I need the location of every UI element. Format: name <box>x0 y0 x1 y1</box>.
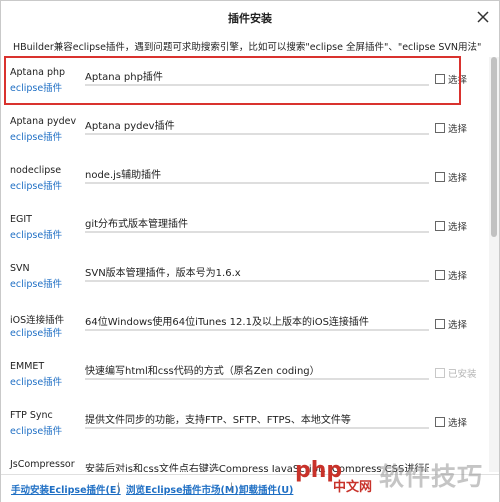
plugin-name: FTP Sync <box>10 410 53 421</box>
plugin-row: JsCompressor 安装后对js和css文件点右键选Compress Ja… <box>1 459 489 472</box>
plugin-type: eclipse插件 <box>10 83 63 94</box>
close-icon <box>477 11 489 23</box>
description-underline <box>85 133 429 135</box>
description-underline <box>85 280 429 282</box>
select-checkbox[interactable]: 选择 <box>435 72 467 86</box>
plugin-list: Aptana php eclipse插件 Aptana php插件 选择 Apt… <box>1 57 489 472</box>
checkbox-label: 选择 <box>448 173 468 184</box>
installed-checkbox: 已安装 <box>435 366 477 380</box>
footer-separator: | <box>230 482 234 493</box>
checkbox-box[interactable] <box>435 221 445 231</box>
plugin-name: EMMET <box>10 361 45 372</box>
plugin-description: node.js辅助插件 <box>85 170 162 181</box>
checkbox-box[interactable] <box>435 319 445 329</box>
plugin-name: EGIT <box>10 214 32 225</box>
plugin-name: iOS连接插件 <box>10 315 65 326</box>
plugin-description: 提供文件同步的功能，支持FTP、SFTP、FTPS、本地文件等 <box>85 415 351 426</box>
plugin-type: eclipse插件 <box>10 426 63 437</box>
vertical-scrollbar[interactable] <box>489 57 499 472</box>
plugin-name: Aptana php <box>10 67 66 78</box>
checkbox-label: 选择 <box>448 222 468 233</box>
plugin-description: Aptana pydev插件 <box>85 121 175 132</box>
footer-separator: | <box>117 482 121 493</box>
checkbox-box[interactable] <box>435 172 445 182</box>
checkbox-label: 选择 <box>448 75 468 86</box>
plugin-type: eclipse插件 <box>10 377 63 388</box>
plugin-row: SVN eclipse插件 SVN版本管理插件，版本号为1.6.x 选择 <box>1 263 489 312</box>
plugin-description: 安装后对js和css文件点右键选Compress JavaScript、Comp… <box>85 464 429 472</box>
plugin-row: EGIT eclipse插件 git分布式版本管理插件 选择 <box>1 214 489 263</box>
plugin-name: JsCompressor <box>10 459 75 470</box>
plugin-description: 快速编写html和css代码的方式（原名Zen coding） <box>85 366 320 377</box>
window-title: 插件安装 <box>228 12 272 25</box>
plugin-type: eclipse插件 <box>10 279 63 290</box>
plugin-name: SVN <box>10 263 30 274</box>
checkbox-box[interactable] <box>435 74 445 84</box>
description-underline <box>85 231 429 233</box>
description-underline <box>85 378 429 380</box>
description-underline <box>85 84 429 86</box>
plugin-name: nodeclipse <box>10 165 62 176</box>
checkbox-label: 选择 <box>448 124 468 135</box>
select-checkbox[interactable]: 选择 <box>435 219 467 233</box>
checkbox-label: 选择 <box>448 271 468 282</box>
plugin-row: Aptana php eclipse插件 Aptana php插件 选择 <box>1 67 489 116</box>
checkbox-label: 已安装 <box>448 369 477 380</box>
select-checkbox[interactable]: 选择 <box>435 268 467 282</box>
checkbox-box[interactable] <box>435 417 445 427</box>
plugin-name: Aptana pydev <box>10 116 77 127</box>
plugin-type: eclipse插件 <box>10 181 63 192</box>
plugin-row: EMMET eclipse插件 快速编写html和css代码的方式（原名Zen … <box>1 361 489 410</box>
plugin-row: Aptana pydev eclipse插件 Aptana pydev插件 选择 <box>1 116 489 165</box>
description-underline <box>85 329 429 331</box>
plugin-description: SVN版本管理插件，版本号为1.6.x <box>85 268 241 279</box>
plugin-description: Aptana php插件 <box>85 72 163 83</box>
title-bar: 插件安装 <box>1 1 499 33</box>
checkbox-label: 选择 <box>448 320 468 331</box>
close-button[interactable] <box>473 7 493 27</box>
manual-install-link[interactable]: 手动安装Eclipse插件(E) <box>11 482 121 496</box>
plugin-description: git分布式版本管理插件 <box>85 219 189 230</box>
uninstall-link[interactable]: 卸载插件(U) <box>239 482 293 496</box>
plugin-type: eclipse插件 <box>10 230 63 241</box>
plugin-description: 64位Windows使用64位iTunes 12.1及以上版本的iOS连接插件 <box>85 317 369 328</box>
plugin-row: iOS连接插件 eclipse插件 64位Windows使用64位iTunes … <box>1 312 489 361</box>
plugin-row: FTP Sync eclipse插件 提供文件同步的功能，支持FTP、SFTP、… <box>1 410 489 459</box>
plugin-install-dialog: 插件安装 HBuilder兼容eclipse插件，遇到问题可求助搜索引擎，比如可… <box>0 0 500 502</box>
checkbox-box[interactable] <box>435 123 445 133</box>
select-checkbox[interactable]: 选择 <box>435 121 467 135</box>
description-underline <box>85 182 429 184</box>
select-checkbox[interactable]: 选择 <box>435 415 467 429</box>
checkbox-box <box>435 368 445 378</box>
footer-bar: 手动安装Eclipse插件(E) | 浏览Eclipse插件市场(M) | 卸载… <box>1 474 499 502</box>
plugin-row: nodeclipse eclipse插件 node.js辅助插件 选择 <box>1 165 489 214</box>
description-underline <box>85 427 429 429</box>
checkbox-label: 选择 <box>448 418 468 429</box>
browse-market-link[interactable]: 浏览Eclipse插件市场(M) <box>126 482 239 496</box>
plugin-type: eclipse插件 <box>10 132 63 143</box>
select-checkbox[interactable]: 选择 <box>435 170 467 184</box>
plugin-type: eclipse插件 <box>10 328 63 339</box>
hint-text: HBuilder兼容eclipse插件，遇到问题可求助搜索引擎，比如可以搜索"e… <box>13 42 482 53</box>
select-checkbox[interactable]: 选择 <box>435 317 467 331</box>
scrollbar-thumb[interactable] <box>491 57 497 237</box>
checkbox-box[interactable] <box>435 270 445 280</box>
